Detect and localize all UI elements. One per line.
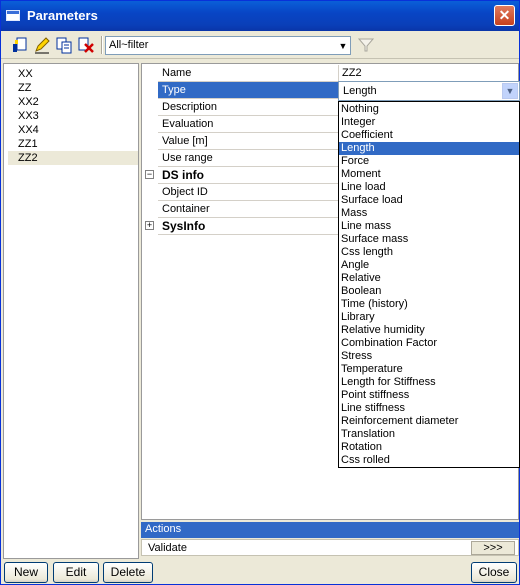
type-option[interactable]: Surface mass [339, 233, 519, 246]
type-option[interactable]: Line mass [339, 220, 519, 233]
type-dropdown[interactable]: Length ▼ [338, 81, 520, 101]
collapse-icon[interactable]: − [145, 170, 154, 179]
property-value: ZZ2 [342, 67, 362, 79]
type-option[interactable]: Integer [339, 116, 519, 129]
filter-funnel-icon[interactable] [358, 37, 374, 53]
column-divider [338, 65, 339, 82]
action-validate[interactable]: Validate >>> [141, 539, 519, 556]
property-label: Value [m] [162, 135, 208, 147]
type-options-list: Nothing Integer Coefficient Length Force Mome… [338, 101, 520, 468]
run-action-button[interactable]: >>> [471, 541, 515, 555]
type-option[interactable]: Css length [339, 246, 519, 259]
type-option[interactable]: Relative [339, 272, 519, 285]
type-option[interactable]: Css rolled [339, 454, 519, 467]
copy-icon[interactable] [55, 36, 73, 54]
type-option[interactable]: Rotation [339, 441, 519, 454]
type-option[interactable]: Angle [339, 259, 519, 272]
type-option[interactable]: Translation [339, 428, 519, 441]
type-option[interactable]: Temperature [339, 363, 519, 376]
property-label: Name [162, 67, 192, 79]
close-window-icon[interactable]: ✕ [494, 5, 515, 26]
type-option[interactable]: Combination Factor [339, 337, 519, 350]
group-label: SysInfo [162, 219, 206, 233]
property-label: Description [162, 101, 218, 113]
delete-icon[interactable] [77, 36, 95, 54]
type-option[interactable]: Nothing [339, 103, 519, 116]
window-icon [6, 10, 20, 21]
list-item[interactable]: ZZ1 [8, 137, 138, 151]
type-option[interactable]: Surface load [339, 194, 519, 207]
property-label: Use range [162, 152, 213, 164]
type-option[interactable]: Moment [339, 168, 519, 181]
type-option[interactable]: Coefficient [339, 129, 519, 142]
new-param-icon[interactable] [11, 36, 29, 54]
type-option-selected[interactable]: Length [339, 142, 519, 155]
type-option[interactable]: Library [339, 311, 519, 324]
action-label: Validate [148, 542, 187, 554]
group-label: DS info [162, 168, 204, 182]
chevron-down-icon[interactable]: ▼ [502, 83, 518, 99]
list-item[interactable]: XX [8, 67, 138, 81]
edit-icon[interactable] [33, 36, 51, 54]
window-title: Parameters [27, 8, 98, 23]
property-label: Type [162, 84, 186, 96]
property-label: Object ID [162, 186, 208, 198]
list-item-selected[interactable]: ZZ2 [8, 151, 138, 165]
actions-header: Actions [141, 522, 519, 538]
filter-value: All~filter [109, 39, 149, 51]
list-item[interactable]: ZZ [8, 81, 138, 95]
property-row-name[interactable]: Name ZZ2 [158, 65, 518, 82]
list-item[interactable]: XX2 [8, 95, 138, 109]
expand-icon[interactable]: + [145, 221, 154, 230]
delete-button[interactable]: Delete [103, 562, 153, 583]
type-option[interactable]: Point stiffness [339, 389, 519, 402]
property-row-type[interactable]: Type [158, 82, 338, 99]
type-option[interactable]: Relative humidity [339, 324, 519, 337]
type-option[interactable]: Reinforcement diameter [339, 415, 519, 428]
property-label: Evaluation [162, 118, 214, 130]
property-gutter [142, 64, 158, 234]
type-option[interactable]: Force [339, 155, 519, 168]
parameters-window: Parameters ✕ All~filter ▼ XX ZZ XX2 XX3 … [0, 0, 520, 585]
list-item[interactable]: XX3 [8, 109, 138, 123]
new-button[interactable]: New [4, 562, 48, 583]
type-option[interactable]: Time (history) [339, 298, 519, 311]
toolbar-separator [101, 36, 103, 54]
actions-header-label: Actions [145, 523, 182, 535]
type-selected-value: Length [343, 85, 377, 97]
type-option[interactable]: Boolean [339, 285, 519, 298]
list-item[interactable]: XX4 [8, 123, 138, 137]
filter-dropdown[interactable]: All~filter ▼ [105, 36, 351, 55]
chevron-down-icon[interactable]: ▼ [338, 39, 348, 53]
property-label: Container [162, 203, 210, 215]
type-option[interactable]: Length for Stiffness [339, 376, 519, 389]
type-option[interactable]: Stress [339, 350, 519, 363]
edit-button[interactable]: Edit [53, 562, 99, 583]
parameter-list: XX ZZ XX2 XX3 XX4 ZZ1 ZZ2 [3, 63, 139, 559]
title-bar[interactable]: Parameters ✕ [1, 1, 519, 31]
type-option[interactable]: Mass [339, 207, 519, 220]
type-option[interactable]: Line load [339, 181, 519, 194]
type-option[interactable]: Line stiffness [339, 402, 519, 415]
close-button[interactable]: Close [471, 562, 517, 583]
